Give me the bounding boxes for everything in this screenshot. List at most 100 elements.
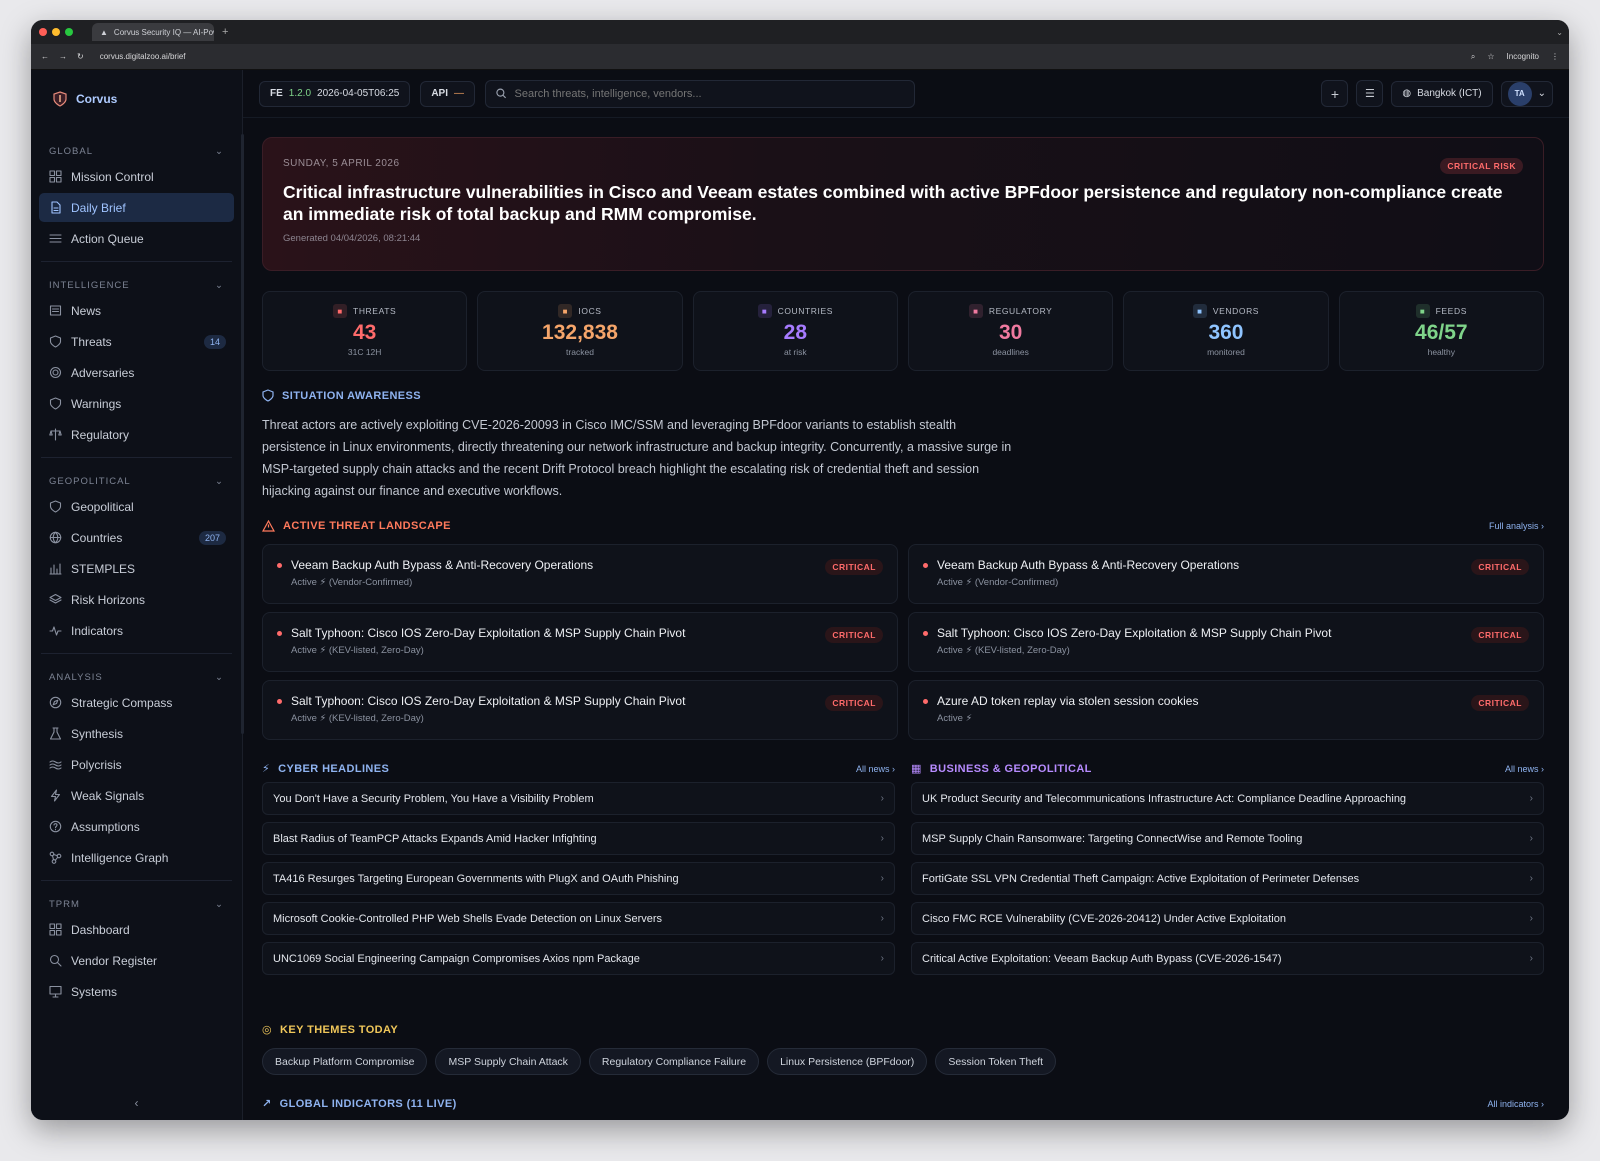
minimize-window-icon[interactable] (52, 28, 60, 36)
theme-chip[interactable]: Backup Platform Compromise (262, 1048, 428, 1075)
browser-tab[interactable]: ▲ Corvus Security IQ — AI-Pow × (92, 23, 214, 41)
globe-icon: ◍ (1402, 88, 1412, 99)
sidebar-item-risk-horizons[interactable]: Risk Horizons (39, 585, 234, 614)
headline-text: FortiGate SSL VPN Credential Theft Campa… (922, 872, 1360, 885)
threat-card[interactable]: Salt Typhoon: Cisco IOS Zero-Day Exploit… (908, 612, 1544, 672)
incognito-badge[interactable]: Incognito (1507, 52, 1539, 61)
threat-card[interactable]: Salt Typhoon: Cisco IOS Zero-Day Exploit… (262, 612, 898, 672)
theme-chip[interactable]: MSP Supply Chain Attack (435, 1048, 581, 1075)
topbar: FE 1.2.0 2026-04-05T06:25 API — + ☰ ◍ (243, 70, 1569, 118)
business-all-news-link[interactable]: All news › (1505, 764, 1544, 774)
zoom-icon[interactable]: ⌕ (1471, 52, 1475, 62)
bookmark-star-icon[interactable]: ☆ (1487, 52, 1494, 61)
chevron-right-icon: › (880, 953, 884, 964)
sidebar-item-adversaries[interactable]: Adversaries (39, 358, 234, 387)
sidebar-item-polycrisis[interactable]: Polycrisis (39, 750, 234, 779)
section-divider (41, 880, 232, 881)
sidebar-item-regulatory[interactable]: Regulatory (39, 420, 234, 449)
headline-row[interactable]: TA416 Resurges Targeting European Govern… (262, 862, 895, 895)
full-analysis-link[interactable]: Full analysis › (1489, 521, 1544, 531)
new-tab-icon[interactable]: + (222, 26, 228, 38)
headline-row[interactable]: UK Product Security and Telecommunicatio… (911, 782, 1544, 815)
sidebar-item-intelligence-graph[interactable]: Intelligence Graph (39, 843, 234, 872)
sidebar-item-warnings[interactable]: Warnings (39, 389, 234, 418)
corvus-logo-icon (53, 91, 67, 107)
sidebar-item-strategic-compass[interactable]: Strategic Compass (39, 688, 234, 717)
app-shell: Corvus GLOBAL ⌄ Mission Control Daily Brief… (31, 70, 1569, 1120)
sidebar-item-vendor-register[interactable]: Vendor Register (39, 946, 234, 975)
sidebar-item-action-queue[interactable]: Action Queue (39, 224, 234, 253)
sidebar-item-assumptions[interactable]: Assumptions (39, 812, 234, 841)
sidebar-item-news[interactable]: News (39, 296, 234, 325)
sidebar-section-analysis[interactable]: ANALYSIS ⌄ (39, 668, 234, 686)
stat-card-countries[interactable]: ■ COUNTRIES 28 at risk (692, 291, 898, 371)
chevron-down-icon[interactable]: ⌄ (215, 476, 224, 487)
close-window-icon[interactable] (39, 28, 47, 36)
sidebar-item-stemples[interactable]: STEMPLES (39, 554, 234, 583)
reload-icon[interactable]: ↻ (77, 52, 84, 61)
headline-row[interactable]: Blast Radius of TeamPCP Attacks Expands … (262, 822, 895, 855)
sidebar-item-indicators[interactable]: Indicators (39, 616, 234, 645)
search-box[interactable] (485, 79, 915, 108)
all-indicators-link[interactable]: All indicators › (1487, 1099, 1544, 1109)
cyber-all-news-link[interactable]: All news › (856, 764, 895, 774)
sidebar-section-tprm[interactable]: TPRM ⌄ (39, 895, 234, 913)
sidebar-item-weak-signals[interactable]: Weak Signals (39, 781, 234, 810)
sidebar-item-synthesis[interactable]: Synthesis (39, 719, 234, 748)
threat-card[interactable]: Veeam Backup Auth Bypass & Anti-Recovery… (262, 544, 898, 604)
threat-card[interactable]: Azure AD token replay via stolen session… (908, 680, 1544, 740)
sidebar-section-global[interactable]: GLOBAL ⌄ (39, 142, 234, 160)
stat-card-vendors[interactable]: ■ VENDORS 360 monitored (1123, 291, 1329, 371)
stat-card-iocs[interactable]: ■ IOCS 132,838 tracked (477, 291, 683, 371)
user-menu[interactable]: TA ⌄ (1500, 80, 1553, 107)
timezone-button[interactable]: ◍ Bangkok (ICT) (1391, 80, 1493, 107)
sidebar-item-dashboard[interactable]: Dashboard (39, 915, 234, 944)
sidebar-item-threats[interactable]: Threats 14 (39, 327, 234, 356)
headline-row[interactable]: Microsoft Cookie-Controlled PHP Web Shel… (262, 902, 895, 935)
back-icon[interactable]: ← (41, 52, 49, 61)
sidebar-item-label: Action Queue (71, 231, 144, 246)
stat-card-feeds[interactable]: ■ FEEDS 46/57 healthy (1338, 291, 1544, 371)
add-button[interactable]: + (1321, 80, 1349, 107)
stat-label: VENDORS (1212, 306, 1260, 316)
headline-row[interactable]: MSP Supply Chain Ransomware: Targeting C… (911, 822, 1544, 855)
stat-card-regulatory[interactable]: ■ REGULATORY 30 deadlines (907, 291, 1114, 371)
stat-label-row: ■ COUNTRIES (757, 304, 833, 318)
theme-chip[interactable]: Regulatory Compliance Failure (588, 1048, 760, 1075)
chevron-down-icon[interactable]: ⌄ (215, 899, 224, 910)
url-field[interactable]: corvus.digitalzoo.ai/brief (100, 52, 186, 61)
severity-badge: CRITICAL (1471, 559, 1529, 575)
brand[interactable]: Corvus (39, 70, 234, 128)
threat-card[interactable]: Salt Typhoon: Cisco IOS Zero-Day Exploit… (262, 680, 898, 740)
search-input[interactable] (514, 87, 904, 100)
api-status-pill[interactable]: API — (420, 80, 475, 107)
chevron-down-icon[interactable]: ⌄ (215, 146, 224, 157)
stat-card-threats[interactable]: ■ THREATS 43 31C 12H (262, 291, 468, 371)
collapse-sidebar-icon[interactable]: ‹ (31, 1096, 242, 1110)
sidebar-item-systems[interactable]: Systems (39, 977, 234, 1006)
headline-row[interactable]: Cisco FMC RCE Vulnerability (CVE-2026-20… (911, 902, 1544, 935)
sidebar-item-daily-brief[interactable]: Daily Brief (39, 193, 234, 222)
threat-title: Veeam Backup Auth Bypass & Anti-Recovery… (923, 558, 1529, 572)
chevron-down-icon[interactable]: ⌄ (215, 280, 224, 291)
sidebar-item-geopolitical[interactable]: Geopolitical (39, 492, 234, 521)
sidebar-section-geopolitical[interactable]: GEOPOLITICAL ⌄ (39, 472, 234, 490)
generated-timestamp: Generated 04/04/2026, 08:21:44 (283, 233, 421, 244)
headline-row[interactable]: Critical Active Exploitation: Veeam Back… (911, 942, 1544, 975)
browser-menu-icon[interactable]: ⋮ (1551, 52, 1559, 61)
settings-button[interactable]: ☰ (1356, 80, 1384, 107)
tab-menu-icon[interactable]: ⌄ (1556, 28, 1563, 37)
forward-icon[interactable]: → (59, 52, 67, 61)
sidebar-item-countries[interactable]: Countries 207 (39, 523, 234, 552)
sidebar-section-intelligence[interactable]: INTELLIGENCE ⌄ (39, 276, 234, 294)
theme-chip[interactable]: Linux Persistence (BPFdoor) (767, 1048, 928, 1075)
theme-chip[interactable]: Session Token Theft (935, 1048, 1057, 1075)
maximize-window-icon[interactable] (65, 28, 73, 36)
threat-card[interactable]: Veeam Backup Auth Bypass & Anti-Recovery… (908, 544, 1544, 604)
sidebar-item-label: Systems (71, 984, 118, 999)
chevron-down-icon[interactable]: ⌄ (215, 672, 224, 683)
headline-row[interactable]: UNC1069 Social Engineering Campaign Comp… (262, 942, 895, 975)
headline-row[interactable]: FortiGate SSL VPN Credential Theft Campa… (911, 862, 1544, 895)
headline-row[interactable]: You Don't Have a Security Problem, You H… (262, 782, 895, 815)
sidebar-item-mission-control[interactable]: Mission Control (39, 162, 234, 191)
